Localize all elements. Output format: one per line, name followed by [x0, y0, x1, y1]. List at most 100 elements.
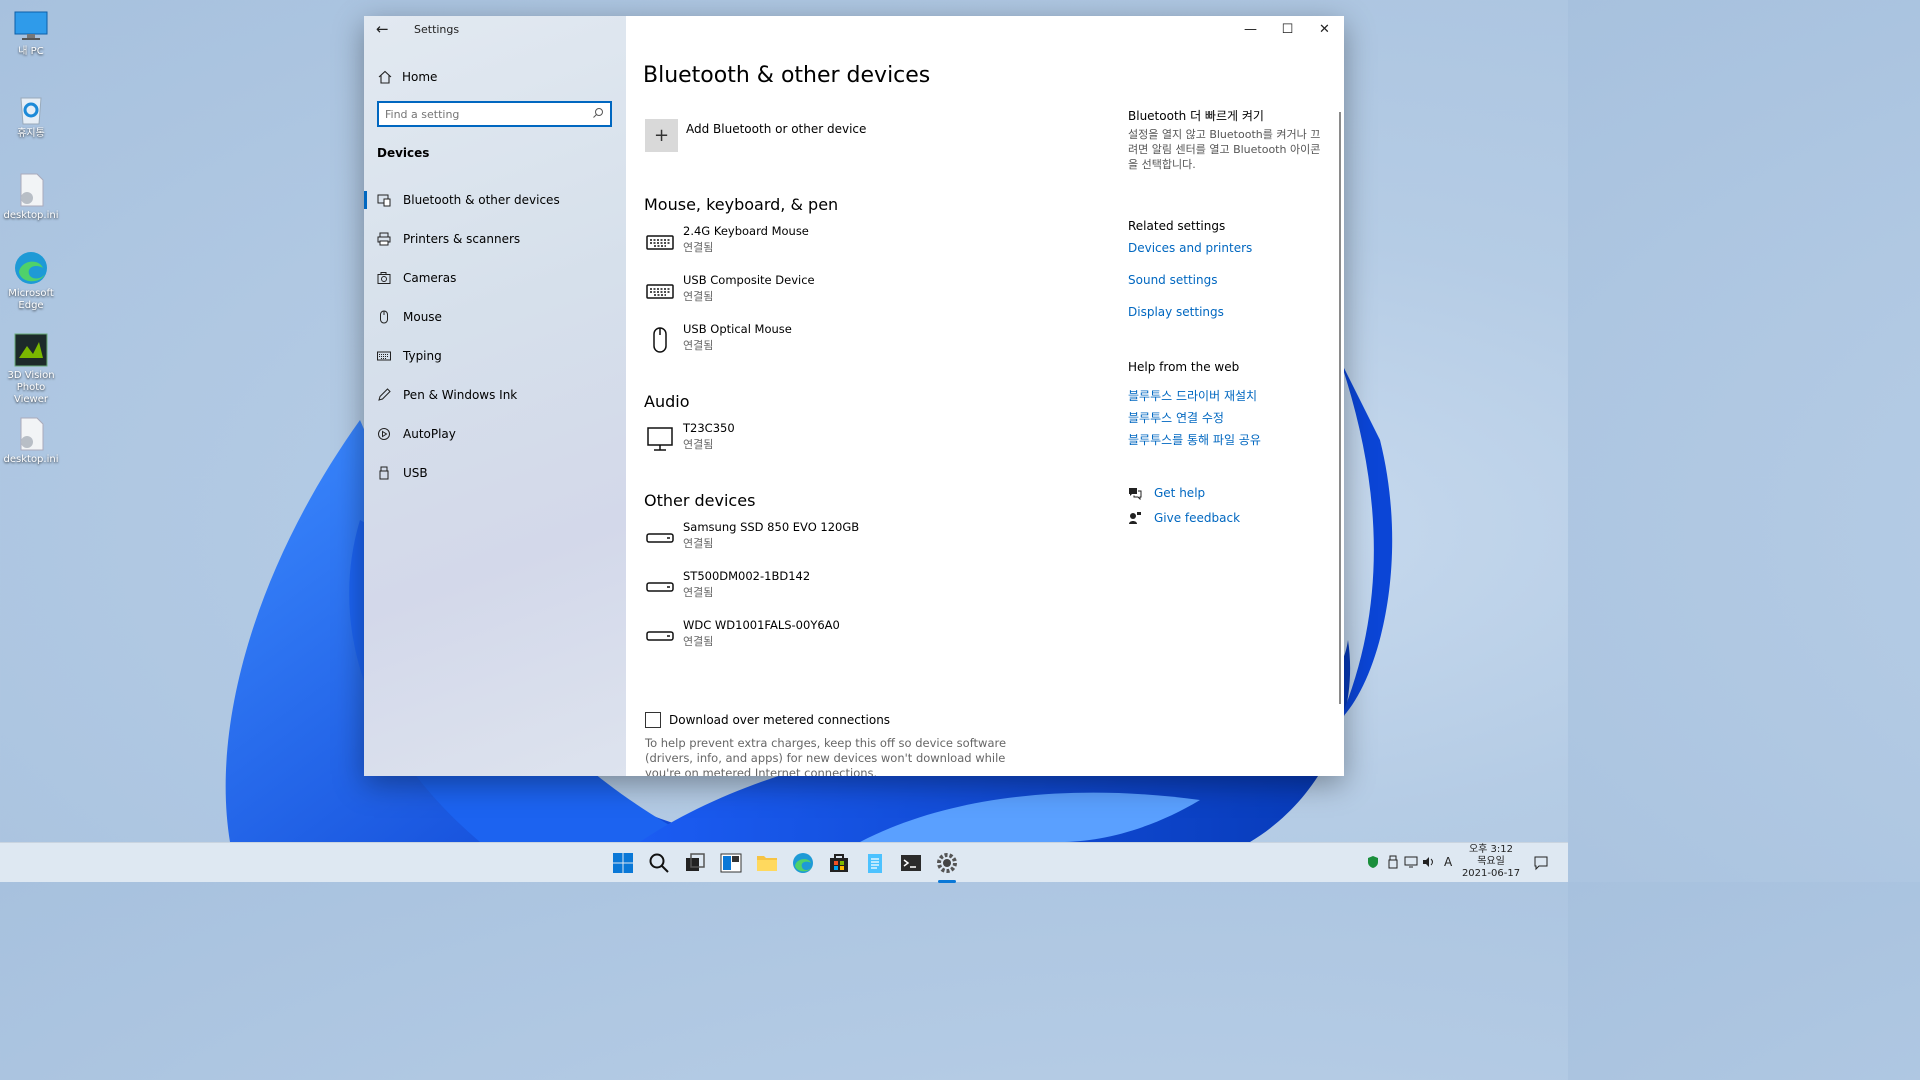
search-input[interactable]	[379, 103, 579, 125]
metered-download-checkbox[interactable]	[645, 712, 661, 728]
device-item[interactable]: Samsung SSD 850 EVO 120GB 연결됨	[644, 520, 1064, 556]
mouse-icon	[653, 327, 667, 353]
desktop-icon-label: 3D Vision Photo Viewer	[7, 370, 55, 405]
give-feedback-label: Give feedback	[1154, 511, 1241, 525]
store-icon[interactable]	[827, 851, 851, 875]
quick-bluetooth-text: 설정을 열지 않고 Bluetooth를 켜거나 끄려면 알림 센터를 열고 B…	[1128, 128, 1321, 171]
device-item[interactable]: T23C350 연결됨	[644, 421, 1064, 457]
device-name: 2.4G Keyboard Mouse	[683, 224, 809, 238]
nav-home[interactable]: Home	[378, 68, 437, 86]
desktop-icon-desktop-ini[interactable]: desktop.ini	[0, 172, 62, 222]
quick-bluetooth-heading: Bluetooth 더 빠르게 켜기	[1128, 109, 1264, 123]
taskbar-clock[interactable]: 오후 3:12 목요일 2021-06-17	[1456, 844, 1526, 880]
device-status: 연결됨	[683, 537, 714, 550]
desktop-icon-edge[interactable]: Microsoft Edge	[0, 250, 62, 312]
edge-icon[interactable]	[791, 851, 815, 875]
volume-icon[interactable]	[1422, 855, 1436, 869]
search-box[interactable]	[377, 101, 612, 127]
metered-download-label[interactable]: Download over metered connections	[669, 713, 890, 727]
give-feedback-link[interactable]: Give feedback	[1128, 511, 1240, 525]
nav-item-printers[interactable]: Printers & scanners	[364, 220, 626, 258]
metered-help-text: To help prevent extra charges, keep this…	[645, 736, 1007, 776]
plus-icon: +	[653, 125, 670, 146]
nav-item-label: Cameras	[403, 271, 457, 285]
link-sound-settings[interactable]: Sound settings	[1128, 273, 1217, 287]
device-name: Samsung SSD 850 EVO 120GB	[683, 520, 860, 534]
file-explorer-icon[interactable]	[755, 851, 779, 875]
search-icon[interactable]	[647, 851, 671, 875]
ime-indicator[interactable]: A	[1444, 855, 1452, 869]
autoplay-icon	[378, 428, 390, 440]
keyboard-icon	[646, 284, 674, 299]
nav-item-pen[interactable]: Pen & Windows Ink	[364, 376, 626, 414]
device-item[interactable]: 2.4G Keyboard Mouse 연결됨	[644, 224, 1064, 260]
group-heading-audio: Audio	[644, 392, 690, 411]
terminal-icon[interactable]	[899, 851, 923, 875]
page-title: Bluetooth & other devices	[643, 63, 931, 88]
nav-item-bluetooth[interactable]: Bluetooth & other devices	[364, 181, 626, 219]
chat-help-icon	[1129, 488, 1142, 500]
search-icon	[593, 108, 603, 118]
drive-icon	[646, 582, 674, 592]
add-device-button[interactable]: +	[645, 119, 678, 152]
recycle-bin-icon	[20, 97, 42, 125]
link-web-share-files[interactable]: 블루투스를 통해 파일 공유	[1128, 431, 1261, 448]
group-heading-other: Other devices	[644, 491, 756, 510]
add-device-label[interactable]: Add Bluetooth or other device	[686, 122, 866, 136]
link-devices-and-printers[interactable]: Devices and printers	[1128, 241, 1252, 255]
notification-center-icon[interactable]	[1533, 855, 1549, 871]
device-name: ST500DM002-1BD142	[683, 569, 811, 583]
keyboard-icon	[377, 351, 391, 361]
nav-item-label: Pen & Windows Ink	[403, 388, 518, 402]
link-web-fix-connection[interactable]: 블루투스 연결 수정	[1128, 409, 1224, 426]
maximize-button[interactable]: ☐	[1269, 16, 1306, 44]
settings-nav-pane: ← Settings Home Devices Bluetooth & othe…	[364, 16, 626, 776]
nav-item-typing[interactable]: Typing	[364, 337, 626, 375]
nav-item-mouse[interactable]: Mouse	[364, 298, 626, 336]
settings-content: — ☐ ✕ Bluetooth & other devices + Add Bl…	[626, 16, 1344, 776]
usb-icon[interactable]	[1386, 855, 1400, 869]
group-heading-input: Mouse, keyboard, & pen	[644, 195, 839, 214]
device-item[interactable]: WDC WD1001FALS-00Y6A0 연결됨	[644, 618, 1064, 654]
device-name: USB Composite Device	[683, 273, 815, 287]
minimize-button[interactable]: —	[1232, 16, 1269, 44]
get-help-label: Get help	[1154, 486, 1206, 500]
device-item[interactable]: ST500DM002-1BD142 연결됨	[644, 569, 1064, 605]
back-arrow-icon[interactable]: ←	[376, 22, 392, 38]
nav-item-cameras[interactable]: Cameras	[364, 259, 626, 297]
nav-item-label: Printers & scanners	[403, 232, 521, 246]
desktop-icon-recycle-bin[interactable]: 휴지통	[0, 90, 62, 140]
desktop-icon-this-pc[interactable]: 내 PC	[0, 8, 62, 58]
link-display-settings[interactable]: Display settings	[1128, 305, 1224, 319]
nav-item-label: Typing	[403, 349, 442, 363]
device-item[interactable]: USB Composite Device 연결됨	[644, 273, 1064, 309]
nav-item-usb[interactable]: USB	[364, 454, 626, 492]
clock-time: 오후 3:12	[1468, 844, 1514, 855]
nav-section-label: Devices	[377, 146, 430, 160]
metered-download-option[interactable]: Download over metered connections	[645, 712, 890, 728]
nav-item-autoplay[interactable]: AutoPlay	[364, 415, 626, 453]
related-settings-heading: Related settings	[1128, 219, 1226, 233]
start-icon[interactable]	[611, 851, 635, 875]
desktop-icon-label: 내 PC	[18, 46, 44, 57]
keyboard-icon	[646, 235, 674, 250]
widgets-icon[interactable]	[719, 851, 743, 875]
device-name: T23C350	[683, 421, 735, 435]
notepad-icon[interactable]	[863, 851, 887, 875]
device-item[interactable]: USB Optical Mouse 연결됨	[644, 322, 1064, 358]
desktop-icon-desktop-ini-2[interactable]: desktop.ini	[0, 416, 62, 466]
desktop-icon-3d-vision[interactable]: 3D Vision Photo Viewer	[0, 332, 62, 406]
monitor-icon	[647, 427, 673, 451]
active-app-indicator	[938, 880, 956, 883]
security-shield-icon[interactable]	[1366, 855, 1380, 869]
edge-icon	[15, 252, 47, 284]
camera-icon	[377, 272, 391, 284]
close-button[interactable]: ✕	[1306, 16, 1343, 44]
link-web-reinstall-driver[interactable]: 블루투스 드라이버 재설치	[1128, 387, 1257, 404]
get-help-link[interactable]: Get help	[1128, 486, 1205, 500]
settings-window: ← Settings Home Devices Bluetooth & othe…	[364, 16, 1344, 776]
network-icon[interactable]	[1404, 855, 1418, 869]
task-view-icon[interactable]	[683, 851, 707, 875]
settings-icon[interactable]	[935, 851, 959, 875]
content-scrollbar[interactable]	[1339, 112, 1341, 704]
